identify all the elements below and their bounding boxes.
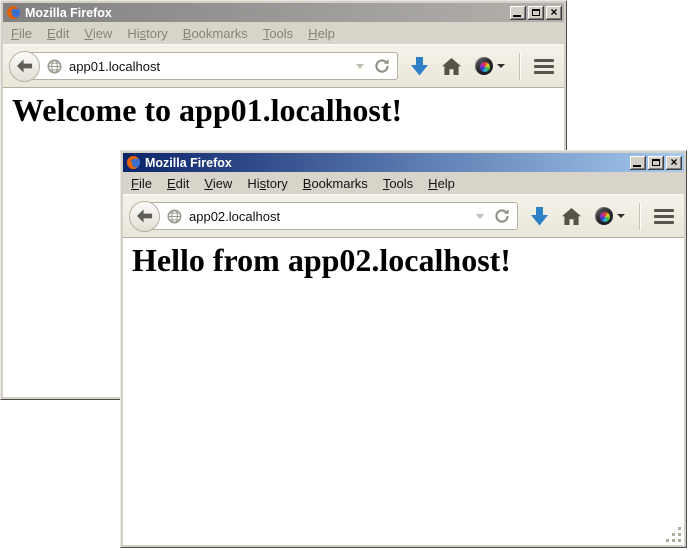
reload-icon[interactable] [374,58,390,74]
navigation-toolbar [123,194,684,238]
colorwheel-icon [595,207,613,225]
minimize-button[interactable] [510,6,526,20]
menu-item-edit[interactable]: Edit [47,26,69,41]
chevron-down-icon [497,64,505,68]
url-input[interactable] [189,209,476,224]
menu-item-history[interactable]: History [247,176,287,191]
window-title: Mozilla Firefox [25,6,508,20]
minimize-icon [633,165,641,167]
resize-grip[interactable] [666,527,682,543]
menu-hamburger-button[interactable] [534,59,554,74]
download-button[interactable] [531,207,548,226]
page-heading: Hello from app02.localhost! [132,242,684,279]
download-button[interactable] [411,57,428,76]
menu-item-file[interactable]: File [11,26,32,41]
chevron-down-icon [617,214,625,218]
desktop: Mozilla Firefox × File Edit View History Boo… [0,0,688,551]
reload-icon[interactable] [494,208,510,224]
minimize-button[interactable] [630,156,646,170]
back-arrow-icon [17,59,33,73]
toolbar-buttons [411,53,554,80]
site-identity-globe-icon[interactable] [47,59,62,74]
back-button[interactable] [129,201,160,232]
page-heading: Welcome to app01.localhost! [12,92,564,129]
toolbar-buttons [531,203,674,230]
menu-item-view[interactable]: View [204,176,232,191]
hamburger-icon [654,209,674,212]
menu-bar: File Edit View History Bookmarks Tools Help [123,172,684,194]
home-button[interactable] [442,58,461,75]
url-bar[interactable] [25,52,398,80]
menu-item-help[interactable]: Help [308,26,335,41]
page-content: Hello from app02.localhost! [123,238,684,545]
addon-colorwheel-button[interactable] [595,207,625,225]
close-button[interactable]: × [666,156,682,170]
site-identity-globe-icon[interactable] [167,209,182,224]
menu-item-tools[interactable]: Tools [383,176,413,191]
minimize-icon [513,15,521,17]
menu-item-bookmarks[interactable]: Bookmarks [303,176,368,191]
addon-colorwheel-button[interactable] [475,57,505,75]
toolbar-separator [639,203,640,230]
menu-hamburger-button[interactable] [654,209,674,224]
firefox-logo-icon [6,5,21,20]
home-button[interactable] [562,208,581,225]
maximize-icon [652,159,660,166]
window-title: Mozilla Firefox [145,156,628,170]
maximize-icon [532,9,540,16]
back-button[interactable] [9,51,40,82]
url-bar[interactable] [145,202,518,230]
titlebar[interactable]: Mozilla Firefox × [3,3,564,22]
navigation-toolbar [3,44,564,88]
close-button[interactable]: × [546,6,562,20]
menu-item-view[interactable]: View [84,26,112,41]
menu-item-file[interactable]: File [131,176,152,191]
back-arrow-icon [137,209,153,223]
menu-item-help[interactable]: Help [428,176,455,191]
urlbar-dropdown-icon[interactable] [476,214,484,219]
colorwheel-icon [475,57,493,75]
toolbar-separator [519,53,520,80]
menu-bar: File Edit View History Bookmarks Tools Help [3,22,564,44]
url-input[interactable] [69,59,356,74]
menu-item-bookmarks[interactable]: Bookmarks [183,26,248,41]
close-icon: × [550,7,557,18]
maximize-button[interactable] [528,6,544,20]
firefox-logo-icon [126,155,141,170]
urlbar-dropdown-icon[interactable] [356,64,364,69]
menu-item-edit[interactable]: Edit [167,176,189,191]
maximize-button[interactable] [648,156,664,170]
menu-item-tools[interactable]: Tools [263,26,293,41]
firefox-window-app02: Mozilla Firefox × File Edit View History Boo… [120,150,687,548]
close-icon: × [670,157,677,168]
titlebar[interactable]: Mozilla Firefox × [123,153,684,172]
menu-item-history[interactable]: History [127,26,167,41]
hamburger-icon [534,59,554,62]
